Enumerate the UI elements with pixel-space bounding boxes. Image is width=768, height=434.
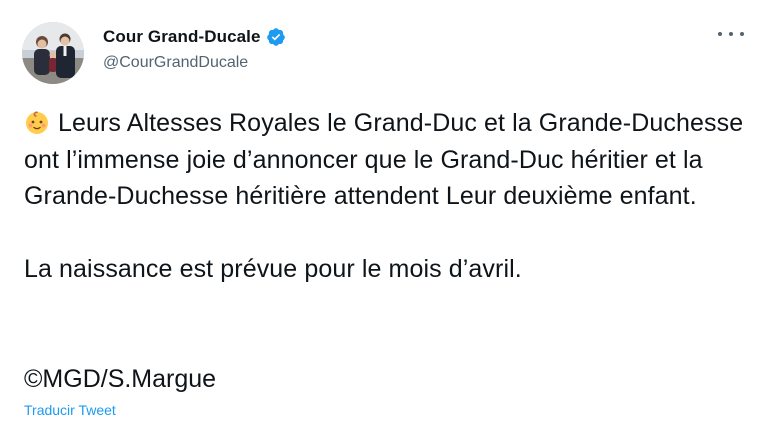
- photo-credit: ©MGD/S.Margue: [24, 365, 217, 393]
- translate-tweet-link[interactable]: Traducir Tweet: [24, 402, 116, 418]
- verified-badge-icon: [266, 27, 286, 47]
- tweet-paragraph-2: La naissance est prévue pour le mois d’a…: [24, 254, 522, 283]
- avatar[interactable]: [22, 22, 84, 84]
- tweet-paragraph: La naissance est prévue pour le mois d’a…: [24, 251, 754, 288]
- more-options-button[interactable]: [718, 26, 744, 42]
- display-name[interactable]: Cour Grand-Ducale: [103, 27, 261, 47]
- more-horizontal-icon-dot: [740, 32, 744, 36]
- user-handle[interactable]: @CourGrandDucale: [103, 54, 286, 72]
- tweet-header: Cour Grand-Ducale @CourGrandDucale: [103, 26, 286, 72]
- more-horizontal-icon-dot: [729, 32, 733, 36]
- tweet-card: Cour Grand-Ducale @CourGrandDucale Leurs…: [0, 0, 768, 434]
- more-horizontal-icon: [718, 32, 722, 36]
- baby-emoji-icon: [24, 109, 50, 135]
- name-row: Cour Grand-Ducale: [103, 26, 286, 48]
- tweet-paragraph-1: Leurs Altesses Royales le Grand-Duc et l…: [24, 109, 744, 210]
- tweet-text: Leurs Altesses Royales le Grand-Duc et l…: [24, 105, 754, 287]
- tweet-paragraph: Leurs Altesses Royales le Grand-Duc et l…: [24, 105, 754, 215]
- avatar-photo: [22, 22, 84, 84]
